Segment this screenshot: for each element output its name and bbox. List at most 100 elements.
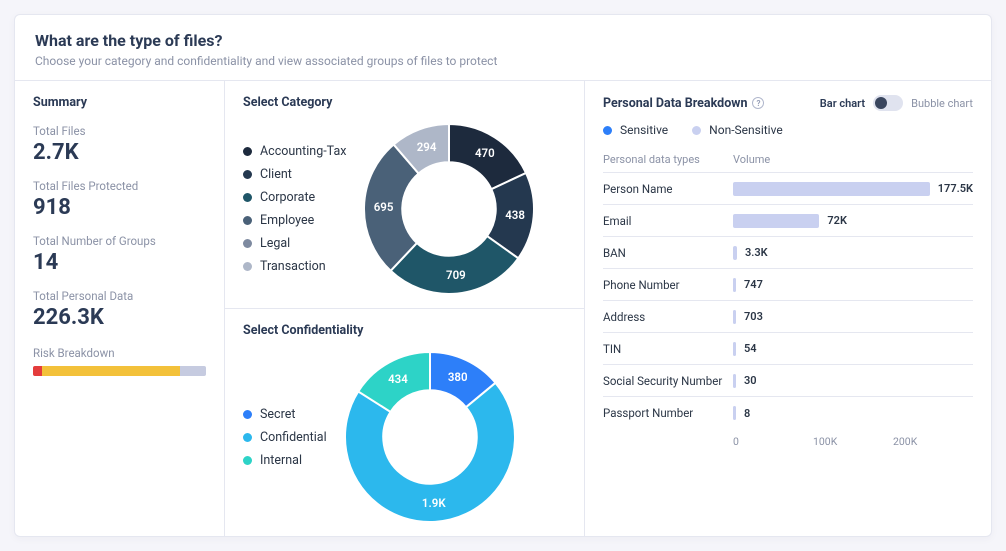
bar-track: 177.5K [733, 182, 973, 196]
bar-row-label: Social Security Number [603, 374, 733, 388]
bubble-chart-option[interactable]: Bubble chart [911, 97, 973, 110]
stat-value: 226.3K [33, 305, 206, 330]
bar-fill[interactable] [733, 182, 930, 196]
card-body: Summary Total Files2.7KTotal Files Prote… [15, 80, 991, 536]
legend-label: Confidential [260, 430, 327, 445]
legend-swatch [243, 239, 252, 248]
legend-label: Sensitive [620, 123, 668, 137]
bar-fill[interactable] [733, 246, 737, 260]
page-title: What are the type of files? [35, 31, 971, 50]
xaxis-tick: 200K [893, 435, 973, 448]
category-legend-item[interactable]: Transaction [243, 259, 346, 274]
bar-fill[interactable] [733, 374, 736, 388]
bar-value-label: 54 [744, 342, 757, 355]
th-volume: Volume [733, 153, 973, 166]
legend-swatch [243, 456, 252, 465]
bar-row: Email 72K [603, 205, 973, 237]
bar-value-label: 30 [744, 374, 757, 387]
legend-label: Client [260, 167, 292, 182]
page-subtitle: Choose your category and confidentiality… [35, 54, 971, 68]
confidentiality-panel: Select Confidentiality Secret Confidentia… [225, 308, 584, 536]
donut-slice[interactable] [345, 383, 515, 522]
category-legend-item[interactable]: Legal [243, 236, 346, 251]
category-legend-item[interactable]: Employee [243, 213, 346, 228]
legend-label: Internal [260, 453, 302, 468]
bar-row-label: Passport Number [603, 406, 733, 420]
bar-value-label: 177.5K [938, 182, 973, 195]
legend-swatch [243, 410, 252, 419]
bar-fill[interactable] [733, 406, 736, 420]
bar-row-label: BAN [603, 246, 733, 260]
stat-value: 918 [33, 195, 206, 220]
bar-value-label: 703 [744, 310, 763, 323]
legend-label: Legal [260, 236, 290, 251]
card-header: What are the type of files? Choose your … [15, 15, 991, 80]
risk-breakdown-label: Risk Breakdown [33, 346, 206, 360]
personal-data-heading: Personal Data Breakdown ? [603, 96, 764, 111]
bar-fill[interactable] [733, 278, 736, 292]
bar-row: Phone Number 747 [603, 269, 973, 301]
bar-value-label: 72K [827, 214, 847, 227]
xaxis-tick: 0 [733, 435, 813, 448]
bar-row-label: Phone Number [603, 278, 733, 292]
sensitivity-legend-item[interactable]: Sensitive [603, 123, 668, 137]
sensitivity-legend-item[interactable]: Non-Sensitive [692, 123, 783, 137]
summary-column: Summary Total Files2.7KTotal Files Prote… [15, 81, 225, 536]
legend-label: Corporate [260, 190, 315, 205]
legend-label: Employee [260, 213, 314, 228]
confidentiality-legend-item[interactable]: Internal [243, 453, 327, 468]
bar-row: Person Name 177.5K [603, 173, 973, 205]
legend-swatch [243, 262, 252, 271]
bar-track: 30 [733, 374, 973, 388]
legend-swatch [243, 147, 252, 156]
bar-fill[interactable] [733, 342, 736, 356]
legend-label: Secret [260, 407, 295, 422]
legend-swatch [243, 433, 252, 442]
bar-row: Social Security Number 30 [603, 365, 973, 397]
confidentiality-legend-item[interactable]: Confidential [243, 430, 327, 445]
confidentiality-legend: Secret Confidential Internal [243, 407, 327, 468]
legend-swatch [692, 126, 701, 135]
chart-toggle-switch[interactable] [873, 95, 903, 111]
bar-track: 703 [733, 310, 973, 324]
legend-swatch [243, 216, 252, 225]
bar-row-label: Email [603, 214, 733, 228]
legend-swatch [603, 126, 612, 135]
bar-row: Address 703 [603, 301, 973, 333]
bar-fill[interactable] [733, 310, 736, 324]
bar-value-label: 3.3K [745, 246, 768, 259]
confidentiality-legend-item[interactable]: Secret [243, 407, 327, 422]
bar-track: 72K [733, 214, 973, 228]
category-legend-item[interactable]: Corporate [243, 190, 346, 205]
legend-swatch [243, 193, 252, 202]
bar-track: 54 [733, 342, 973, 356]
selectors-column: Select Category Accounting-Tax Client Corp… [225, 81, 585, 536]
xaxis-tick: 100K [813, 435, 893, 448]
stat-label: Total Files Protected [33, 179, 206, 193]
bar-value-label: 747 [744, 278, 763, 291]
category-heading: Select Category [243, 95, 566, 110]
stat-label: Total Personal Data [33, 289, 206, 303]
summary-heading: Summary [33, 95, 206, 110]
bar-row-label: Person Name [603, 182, 733, 196]
bar-row: Passport Number8 [603, 397, 973, 429]
personal-data-column: Personal Data Breakdown ? Bar chart Bubb… [585, 81, 991, 536]
bar-row: TIN 54 [603, 333, 973, 365]
bar-chart-option[interactable]: Bar chart [820, 97, 865, 110]
bar-row-label: TIN [603, 342, 733, 356]
confidentiality-heading: Select Confidentiality [243, 323, 566, 338]
bar-row: BAN 3.3K [603, 237, 973, 269]
bar-fill[interactable] [733, 214, 819, 228]
category-legend-item[interactable]: Client [243, 167, 346, 182]
bar-row-label: Address [603, 310, 733, 324]
legend-label: Non-Sensitive [709, 123, 783, 137]
stat-label: Total Number of Groups [33, 234, 206, 248]
bar-chart-xaxis: 0100K200K [603, 435, 973, 448]
sensitivity-legend: Sensitive Non-Sensitive [603, 123, 973, 137]
category-legend-item[interactable]: Accounting-Tax [243, 144, 346, 159]
info-icon[interactable]: ? [752, 97, 764, 109]
category-panel: Select Category Accounting-Tax Client Corp… [225, 81, 584, 308]
legend-label: Transaction [260, 259, 326, 274]
confidentiality-donut-chart: 3801.9K434 [345, 352, 515, 522]
th-personal-type: Personal data types [603, 153, 733, 166]
